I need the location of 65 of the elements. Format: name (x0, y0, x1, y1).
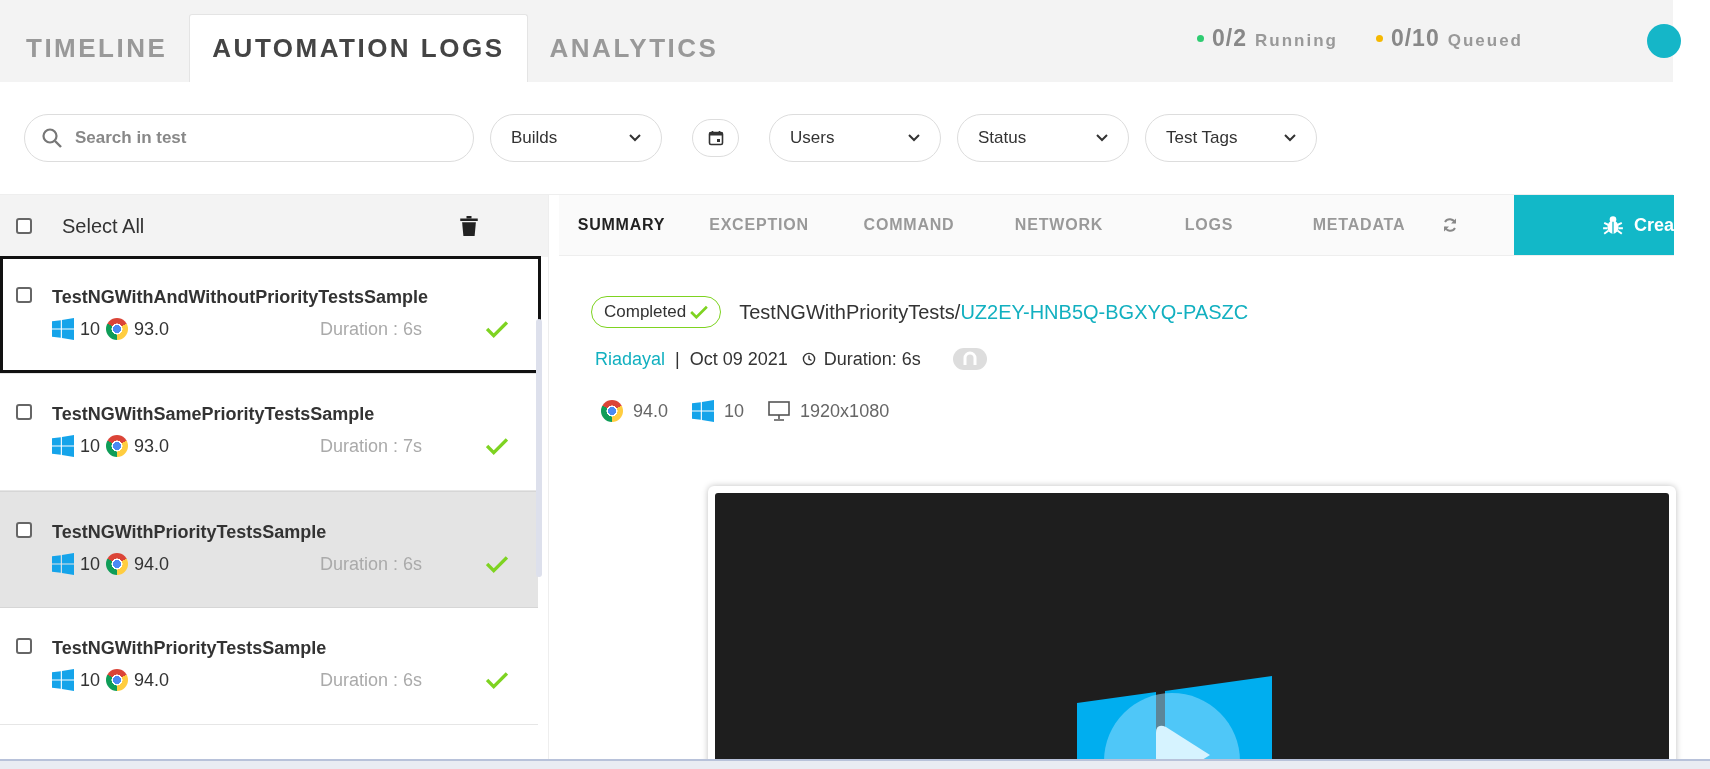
calendar-button[interactable] (692, 119, 739, 157)
browser-version: 93.0 (134, 318, 170, 340)
filter-dropdown[interactable]: Status (957, 114, 1129, 162)
os-version: 10 (80, 669, 101, 691)
chrome-icon (106, 553, 129, 575)
windows-icon (52, 669, 74, 691)
bug-icon (1602, 214, 1624, 236)
test-list-item[interactable]: TestNGWithAndWithoutPriorityTestsSample 10 93.0 Duration : 6s (0, 257, 538, 374)
refresh-icon[interactable] (1442, 217, 1458, 233)
chrome-icon (601, 400, 623, 422)
search-field[interactable]: Search in test (24, 114, 474, 162)
windows-icon (52, 553, 74, 575)
windows-icon (52, 318, 74, 340)
trash-icon[interactable] (460, 216, 478, 236)
queue-label: Running (1255, 30, 1338, 51)
checkbox[interactable] (16, 287, 32, 303)
filter-dropdown[interactable]: Users (769, 114, 941, 162)
queue-count: 0/2 (1212, 24, 1247, 52)
test-name: TestNGWithSamePriorityTestsSample (52, 404, 376, 425)
browser-version: 94.0 (134, 553, 170, 575)
chevron-down-icon (1284, 134, 1296, 142)
chevron-down-icon (629, 134, 641, 142)
browser-version: 94.0 (134, 669, 170, 691)
test-name: TestNGWithPriorityTestsSample (52, 522, 328, 543)
duration-text: Duration : 6s (319, 318, 422, 340)
browser-version: 93.0 (134, 435, 170, 457)
chrome-icon (106, 669, 129, 691)
checkbox[interactable] (16, 522, 32, 538)
test-list-item[interactable]: TestNGWithPriorityTestsSample 10 94.0 Duration : 6s (0, 491, 538, 608)
chrome-icon (106, 435, 129, 457)
tab[interactable]: SUMMARY (559, 195, 684, 255)
os-version: 10 (724, 400, 745, 422)
scrollbar[interactable] (536, 319, 542, 577)
duration-text: Duration: 6s (823, 348, 921, 370)
os-version: 10 (80, 553, 101, 575)
test-name: TestNGWithPriorityTests/ (739, 300, 961, 324)
tab[interactable]: AUTOMATION LOGS (189, 14, 528, 82)
checkbox[interactable] (16, 404, 32, 420)
chevron-down-icon (908, 134, 920, 142)
test-name: TestNGWithPriorityTestsSample (52, 638, 328, 659)
clock-icon (801, 352, 816, 366)
queue-count: 0/10 (1390, 24, 1440, 52)
calendar-icon (707, 130, 724, 146)
monitor-icon (768, 401, 791, 421)
duration-text: Duration : 7s (319, 435, 422, 457)
windows-icon (52, 435, 74, 457)
queue-label: Queued (1447, 30, 1523, 51)
duration-text: Duration : 6s (319, 669, 422, 691)
checkbox[interactable] (16, 218, 32, 234)
resolution-text: 1920x1080 (800, 400, 890, 422)
duration-text: Duration : 6s (319, 553, 422, 575)
checkbox[interactable] (16, 638, 32, 654)
chevron-down-icon (1096, 134, 1108, 142)
filter-dropdown[interactable]: Test Tags (1145, 114, 1317, 162)
test-name: TestNGWithAndWithoutPriorityTestsSample (52, 287, 430, 308)
select-all-label: Select All (62, 214, 145, 238)
os-version: 10 (80, 318, 101, 340)
separator-text: | (675, 348, 680, 370)
date-text: Oct 09 2021 (689, 348, 788, 370)
filter-dropdown[interactable]: Builds (490, 114, 662, 162)
browser-version: 94.0 (633, 400, 669, 422)
chrome-icon (106, 318, 129, 340)
search-icon (40, 126, 64, 150)
windows-icon (692, 400, 715, 422)
os-version: 10 (80, 435, 101, 457)
